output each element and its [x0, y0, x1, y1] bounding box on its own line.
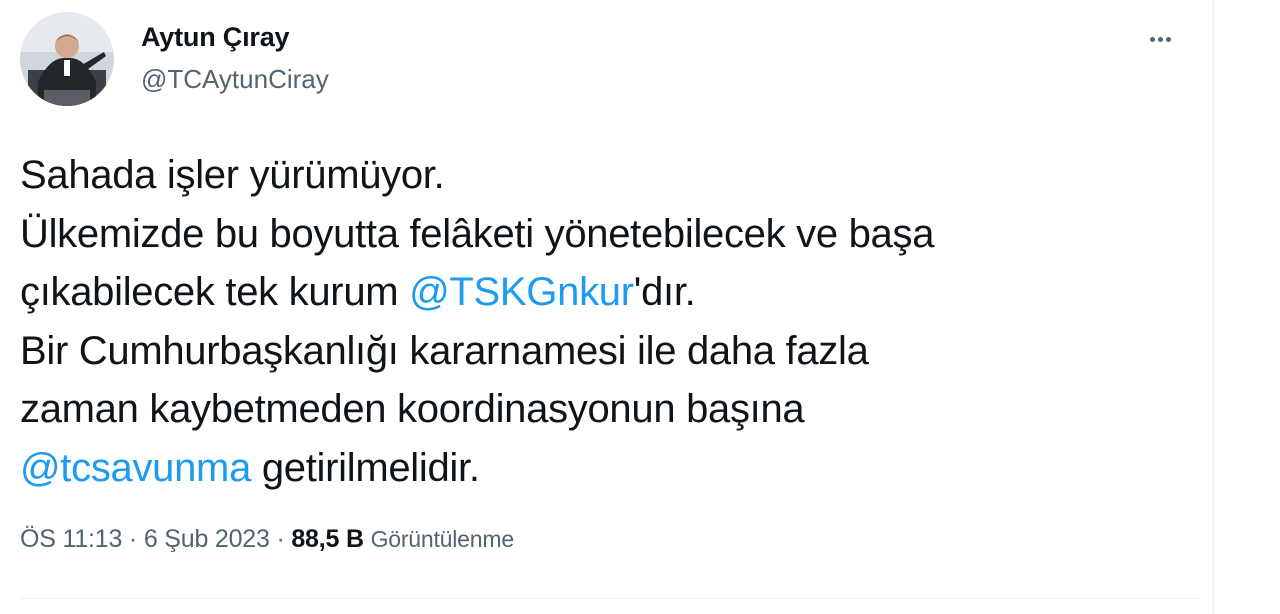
avatar-image: [20, 12, 114, 106]
column-border: [1212, 0, 1214, 614]
tweet-text-line: @tcsavunma getirilmelidir.: [20, 439, 1200, 498]
author-name[interactable]: Aytun Çıray: [141, 22, 290, 53]
tweet-text-segment: Sahada işler yürümüyor.: [20, 153, 445, 197]
meta-separator: ·: [269, 525, 292, 553]
tweet-text-segment: Ülkemizde bu boyutta felâketi yönetebile…: [20, 211, 935, 256]
mention-link[interactable]: @TSKGnkur: [409, 270, 634, 314]
tweet-text-segment: çıkabilecek tek kurum: [20, 270, 410, 314]
tweet-meta: ÖS 11:13 · 6 Şub 2023 · 88,5 B Görüntüle…: [20, 525, 514, 554]
tweet-time[interactable]: ÖS 11:13: [20, 525, 122, 553]
tweet-text-line: Sahada işler yürümüyor.: [20, 146, 1200, 205]
tweet-text-segment: getirilmelidir.: [251, 445, 480, 490]
page: Aytun Çıray @TCAytunCiray Sahada işler y…: [0, 0, 1280, 614]
more-options-button[interactable]: [1138, 26, 1182, 52]
tweet-text-segment: 'dır.: [633, 270, 696, 314]
meta-separator: ·: [122, 525, 144, 553]
author-avatar[interactable]: [20, 12, 114, 106]
author-handle[interactable]: @TCAytunCiray: [141, 64, 329, 95]
more-horizontal-icon: [1157, 36, 1163, 42]
mention-link[interactable]: @tcsavunma: [20, 446, 251, 490]
views-count: 88,5 B: [291, 525, 364, 553]
tweet-text-line: Bir Cumhurbaşkanlığı kararnamesi ile dah…: [20, 322, 1200, 381]
tweet-date[interactable]: 6 Şub 2023: [144, 525, 270, 553]
tweet-text-line: zaman kaybetmeden koordinasyonun başına: [20, 380, 1200, 439]
more-horizontal-icon: [1165, 36, 1171, 42]
more-horizontal-icon: [1149, 36, 1155, 42]
tweet-text-line: Ülkemizde bu boyutta felâketi yönetebile…: [20, 205, 1200, 264]
tweet-text: Sahada işler yürümüyor. Ülkemizde bu boyu…: [20, 146, 1200, 497]
views-label: Görüntülenme: [370, 526, 515, 552]
divider: [20, 598, 1200, 599]
tweet-text-segment: zaman kaybetmeden koordinasyonun başına: [20, 387, 805, 431]
tweet-card: Aytun Çıray @TCAytunCiray Sahada işler y…: [0, 0, 1212, 614]
tweet-text-line: çıkabilecek tek kurum @TSKGnkur'dır.: [20, 263, 1200, 322]
tweet-text-segment: Bir Cumhurbaşkanlığı kararnamesi ile dah…: [20, 328, 869, 373]
